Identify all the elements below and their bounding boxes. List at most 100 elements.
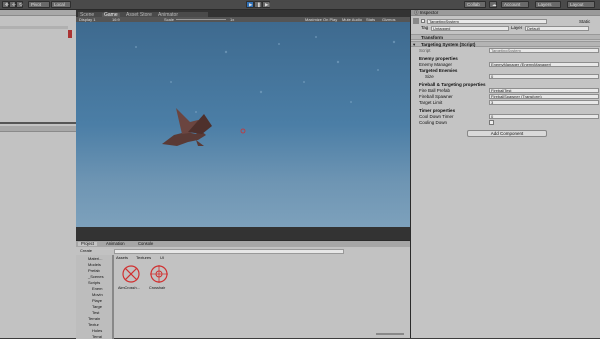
scale-value: 1x	[230, 16, 235, 22]
tree-item-player[interactable]: Playe	[92, 299, 102, 303]
rotate-icon: ↻	[19, 2, 23, 7]
tree-item-scenes[interactable]: _Scenes	[88, 275, 104, 279]
tree-splitter[interactable]	[112, 255, 114, 339]
pause-button[interactable]: ❚❚	[254, 1, 265, 8]
breadcrumb-ui[interactable]: UI	[160, 256, 164, 260]
aspect-dropdown[interactable]: 16:9	[112, 17, 120, 22]
layers-dropdown[interactable]: Layers	[535, 1, 561, 8]
cooldown-timer-label: Cool Down Timer	[419, 114, 454, 119]
layer-value: Default	[527, 26, 540, 31]
targeting-system-header[interactable]: ▾ Targeting System (Script)	[411, 41, 600, 47]
hierarchy-selected-row[interactable]	[0, 26, 68, 29]
static-toggle[interactable]: Static	[579, 19, 590, 25]
tree-item-textures[interactable]: Textur	[88, 323, 99, 327]
asset-crosshair[interactable]	[148, 263, 170, 285]
cooldown-timer-value: 0	[491, 114, 494, 119]
tree-item-moving[interactable]: Movin	[92, 293, 103, 297]
tree-item-models[interactable]: Models	[88, 263, 101, 267]
stats-toggle[interactable]: Stats	[366, 17, 375, 22]
fireball-spawner-label: Fireball Spawner	[419, 94, 453, 99]
targeted-enemies-foldout[interactable]: Targeted Enemies	[419, 68, 457, 74]
foldout-chevron-icon[interactable]: ▾	[413, 42, 415, 48]
hierarchy-panel	[0, 10, 76, 338]
fireball-spawner-field[interactable]: FireballSpawner (Transform)	[489, 94, 599, 99]
game-viewport[interactable]	[76, 22, 410, 227]
breadcrumb-assets[interactable]: Assets	[116, 256, 128, 260]
tab-inspector[interactable]: ⓘ Inspector	[414, 10, 439, 16]
target-limit-field[interactable]: 3	[489, 100, 599, 105]
dragon-sprite	[162, 108, 212, 146]
tree-item-terrain[interactable]: Terrain	[88, 317, 100, 321]
tag-dropdown[interactable]: Untagged	[431, 26, 509, 31]
cooldown-timer-field[interactable]: 0	[489, 114, 599, 119]
inspector-tab-bar: ⓘ Inspector	[411, 10, 600, 16]
rotate-tool-button[interactable]: ↻	[16, 1, 23, 8]
tab-project[interactable]: Project	[78, 241, 98, 247]
local-label: Local	[54, 2, 65, 7]
pivot-label: Pivot	[31, 2, 42, 7]
project-search-input[interactable]	[114, 249, 344, 254]
breadcrumb: Assets Textures UI	[114, 255, 410, 261]
tree-item-test[interactable]: Test	[92, 311, 99, 315]
transform-title: Transform	[421, 34, 444, 40]
tree-item-holes[interactable]: Holes	[92, 329, 102, 333]
cooling-down-label: Cooling Down	[419, 120, 448, 125]
hierarchy-tab-bar	[0, 10, 76, 16]
asset-aimcrosshair[interactable]	[120, 263, 142, 285]
icon-size-slider[interactable]	[376, 333, 404, 335]
breadcrumb-textures[interactable]: Textures	[136, 256, 151, 260]
gizmos-dropdown[interactable]: Gizmos	[382, 17, 396, 22]
create-dropdown[interactable]: Create	[80, 249, 92, 253]
asset-aimcrosshair-label: AimCrossh...	[118, 286, 140, 290]
layout-label: Layout	[570, 2, 584, 7]
transform-header[interactable]: Transform	[411, 34, 600, 40]
size-value: 0	[491, 74, 494, 79]
fireball-prefab-label: Fire Ball Prefab	[419, 88, 451, 93]
collab-dropdown[interactable]: Collab	[464, 1, 486, 8]
step-button[interactable]: ▶|	[262, 1, 270, 8]
folder-tree: Materi... Models Prefab _Scenes Scripts …	[76, 255, 112, 339]
fireball-prefab-field[interactable]: FireballTest	[489, 88, 599, 93]
play-button[interactable]: ▶	[246, 1, 254, 8]
size-field[interactable]: 0	[489, 74, 599, 79]
tag-label: Tag	[421, 25, 429, 30]
tab-animation[interactable]: Animation	[106, 241, 125, 246]
maximize-on-play-toggle[interactable]: Maximize On Play	[305, 17, 337, 22]
hand-tool-button[interactable]: ✥	[2, 1, 9, 8]
mute-audio-toggle[interactable]: Mute Audio	[342, 17, 362, 22]
local-toggle[interactable]: Local	[51, 1, 71, 8]
enemy-manager-field[interactable]: EnemyManager (EnemyManager)	[489, 62, 599, 67]
scale-slider[interactable]	[176, 19, 226, 20]
tree-item-prefabs[interactable]: Prefab	[88, 269, 100, 273]
account-dropdown[interactable]: Account	[501, 1, 529, 8]
move-tool-button[interactable]: ✢	[9, 1, 16, 8]
cloud-button[interactable]: ☁	[489, 1, 497, 8]
active-checkbox[interactable]	[421, 19, 425, 23]
tab-console[interactable]: Console	[138, 241, 153, 246]
script-label: Script	[419, 48, 431, 53]
fireball-prefab-value: FireballTest	[491, 88, 512, 93]
cooling-down-checkbox[interactable]	[489, 120, 494, 125]
project-panel: Project Animation Console Create Materi.…	[76, 240, 410, 339]
scale-label: Scale	[164, 16, 175, 22]
crosshair-marker	[240, 128, 246, 134]
hierarchy-scrollbar[interactable]	[68, 30, 72, 38]
tree-item-targeting[interactable]: Targe	[92, 305, 102, 309]
add-component-button[interactable]: Add Component	[467, 130, 547, 137]
object-name-field[interactable]: TargetingSystem	[427, 19, 547, 24]
tree-item-materials[interactable]: Materi...	[88, 257, 102, 261]
layer-dropdown[interactable]: Default	[525, 26, 589, 31]
layers-label: Layers	[538, 2, 552, 7]
pivot-toggle[interactable]: Pivot	[28, 1, 50, 8]
tree-item-enemy[interactable]: Enem	[92, 287, 102, 291]
project-tab-bar: Project Animation Console	[76, 241, 410, 247]
tree-item-terrain-textures[interactable]: Terrai	[92, 335, 102, 339]
panel-divider	[0, 122, 76, 124]
tab-inspector-label: Inspector	[419, 10, 439, 15]
layer-label: Layer	[511, 25, 523, 30]
display-dropdown[interactable]: Display 1	[79, 17, 95, 22]
inspector-panel: ⓘ Inspector TargetingSystem Static Tag U…	[410, 10, 600, 338]
tree-item-scripts[interactable]: Scripts	[88, 281, 100, 285]
size-label: Size	[425, 74, 434, 79]
layout-dropdown[interactable]: Layout	[567, 1, 595, 8]
